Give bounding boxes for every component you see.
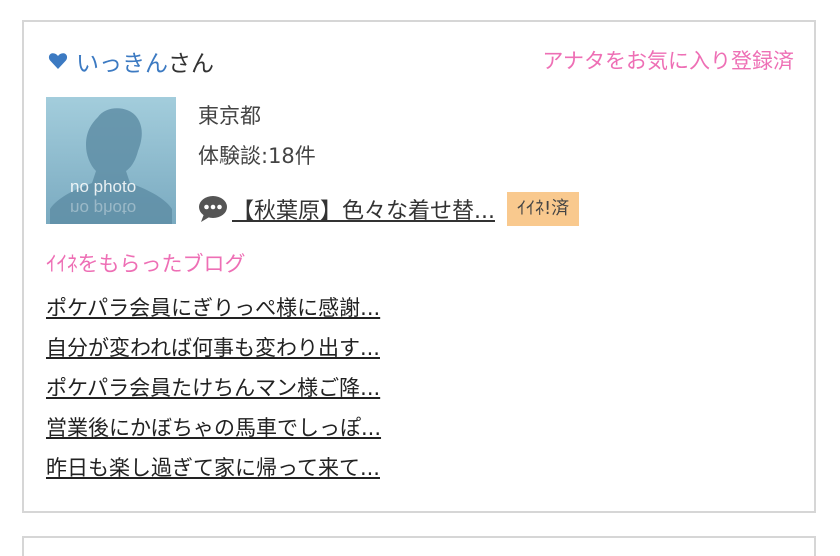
blog-link[interactable]: 自分が変われば何事も変わり出す... [46,336,380,360]
avatar: no photo no photo [46,97,176,224]
avatar-placeholder-text: no photo [70,177,136,196]
review-count: 体験談:18件 [198,144,316,168]
list-item: 営業後にかぼちゃの馬車でしっぽ... [46,408,381,448]
next-card-edge [22,536,816,556]
liked-blogs-list: ポケパラ会員にぎりっぺ様に感謝... 自分が変われば何事も変わり出す... ポケ… [46,288,381,488]
list-item: ポケパラ会員たけちんマン様ご降... [46,368,381,408]
blog-link[interactable]: 昨日も楽し過ぎて家に帰って来て... [46,456,380,480]
avatar-silhouette: no photo no photo [46,97,176,224]
review-row: 【秋葉原】色々な着せ替... ｲｲﾈ!済 [198,190,580,228]
blog-link[interactable]: ポケパラ会員たけちんマン様ご降... [46,376,380,400]
user-header: いっきん さん [48,44,214,78]
review-title-link[interactable]: 【秋葉原】色々な着せ替... [232,193,495,225]
liked-blogs-heading: ｲｲﾈをもらったブログ [46,252,246,276]
like-status-badge: ｲｲﾈ!済 [506,192,580,226]
list-item: 自分が変われば何事も変わり出す... [46,328,381,368]
user-name-suffix: さん [168,51,214,77]
list-item: 昨日も楽し過ぎて家に帰って来て... [46,448,381,488]
speech-bubble-icon [199,196,227,222]
blog-link[interactable]: 営業後にかぼちゃの馬車でしっぽ... [46,416,381,440]
prefecture: 東京都 [198,104,261,128]
avatar-placeholder-reflection: no photo [70,199,136,218]
list-item: ポケパラ会員にぎりっぺ様に感謝... [46,288,381,328]
user-name-link[interactable]: いっきん [76,44,168,78]
heart-icon [48,53,68,69]
user-card: いっきん さん アナタをお気に入り登録済 no photo no photo 東… [22,20,816,513]
favorite-status: アナタをお気に入り登録済 [542,49,794,73]
blog-link[interactable]: ポケパラ会員にぎりっぺ様に感謝... [46,296,380,320]
